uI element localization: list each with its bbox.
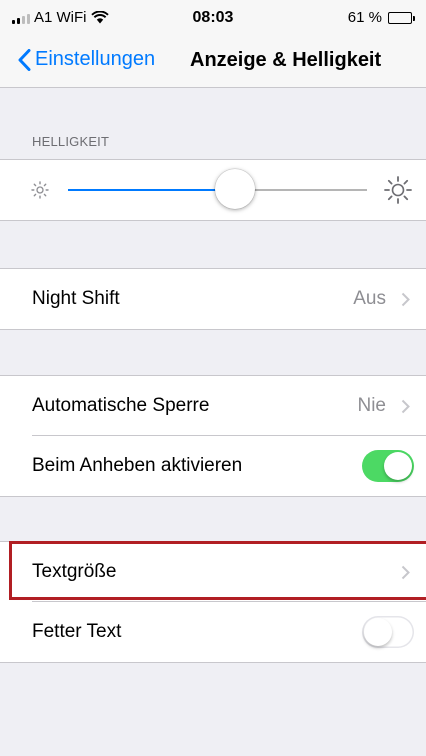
back-button-label: Einstellungen (35, 48, 156, 70)
chevron-left-icon (18, 48, 31, 71)
bold-text-row: Fetter Text (32, 602, 426, 662)
night-shift-group: Night Shift Aus (0, 268, 426, 330)
chevron-right-icon (401, 292, 410, 306)
brightness-section-header: HELLIGKEIT (32, 134, 110, 149)
brightness-slider-thumb[interactable] (215, 169, 256, 209)
text-size-label: Textgröße (32, 561, 117, 582)
sun-small-icon (31, 181, 49, 199)
auto-lock-row[interactable]: Automatische Sperre Nie (32, 376, 426, 436)
text-group: Textgröße Fetter Text (0, 541, 426, 663)
text-size-row[interactable]: Textgröße (32, 542, 426, 602)
battery-percent: 61 % (347, 9, 382, 26)
brightness-group (0, 159, 426, 221)
navigation-bar: Einstellungen Anzeige & Helligkeit (0, 38, 426, 88)
lock-group: Automatische Sperre Nie Beim Anheben akt… (0, 375, 426, 497)
chevron-right-icon (401, 399, 410, 413)
toggle-knob (384, 452, 412, 480)
slider-track-filled[interactable] (68, 189, 236, 191)
status-bar: A1 WiFi 08:03 61 % (0, 0, 426, 38)
sun-large-icon (384, 176, 412, 204)
chevron-right-icon (401, 565, 410, 579)
slider-track-empty[interactable] (235, 189, 367, 191)
bold-text-toggle[interactable] (362, 616, 414, 648)
auto-lock-label: Automatische Sperre (32, 395, 210, 416)
toggle-knob (364, 618, 392, 646)
auto-lock-value: Nie (357, 395, 386, 416)
raise-to-wake-row: Beim Anheben aktivieren (32, 436, 426, 496)
raise-to-wake-label: Beim Anheben aktivieren (32, 455, 243, 476)
bold-text-label: Fetter Text (32, 621, 122, 642)
raise-to-wake-toggle[interactable] (362, 450, 414, 482)
status-right: 61 % (347, 9, 415, 26)
night-shift-value: Aus (353, 288, 386, 309)
page-title: Anzeige & Helligkeit (190, 49, 382, 71)
battery-icon (388, 11, 415, 24)
back-button[interactable]: Einstellungen (18, 48, 155, 71)
night-shift-row[interactable]: Night Shift Aus (32, 269, 426, 329)
night-shift-label: Night Shift (32, 288, 120, 309)
